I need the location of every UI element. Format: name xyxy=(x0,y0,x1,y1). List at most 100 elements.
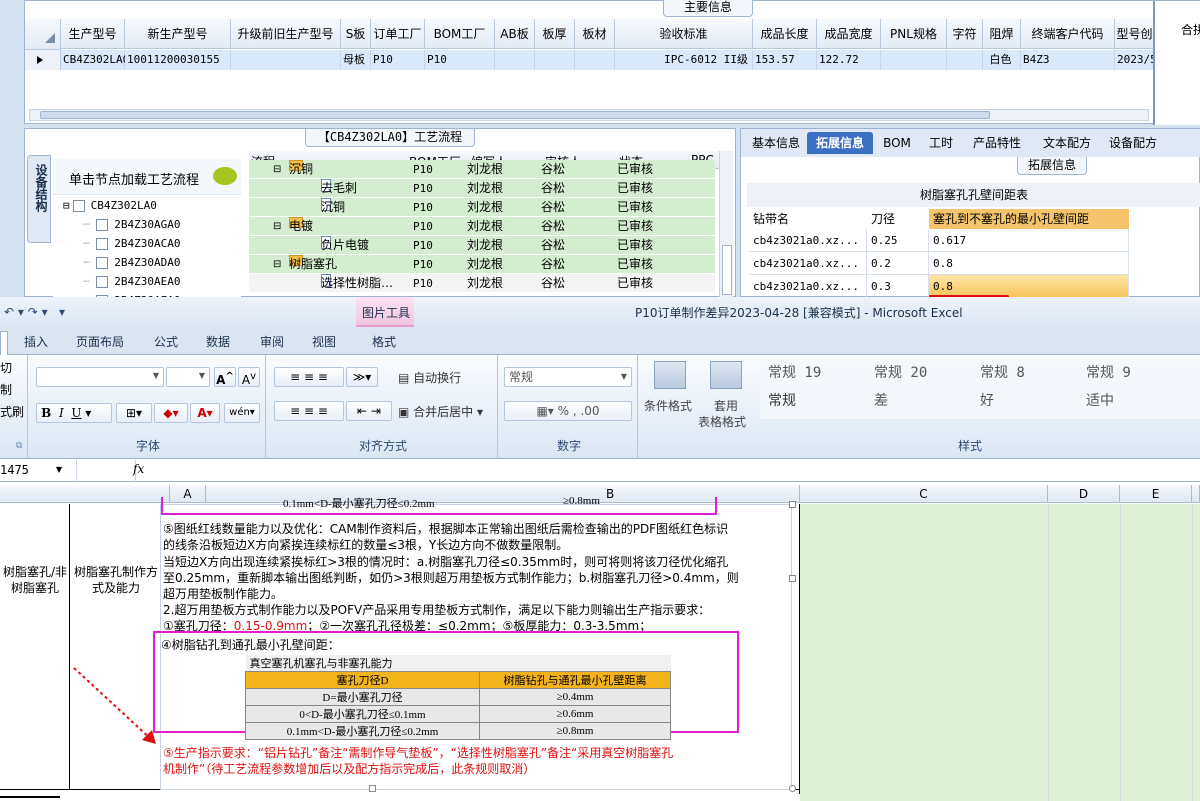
grid-cell[interactable] xyxy=(575,50,615,70)
col-header-f[interactable] xyxy=(1192,485,1200,503)
grid-cell[interactable]: 2023/5/ xyxy=(1115,50,1163,70)
tab-5[interactable]: 文本配方 xyxy=(1033,132,1101,154)
col-header-c[interactable]: C xyxy=(800,485,1048,503)
column-header[interactable]: 板厚 xyxy=(535,19,575,49)
quick-access-undo[interactable]: ↶ ▾ ↷ ▾ ▾ xyxy=(4,305,65,319)
fill-color-button[interactable]: ◆▾ xyxy=(154,403,188,423)
grid-cell[interactable]: 10011200030155 xyxy=(125,50,231,70)
conditional-format-button[interactable]: 条件格式 xyxy=(644,397,692,414)
column-header[interactable]: AB板 xyxy=(495,19,535,49)
grid-cell[interactable]: P10 xyxy=(425,50,495,70)
grid-cell[interactable] xyxy=(947,50,983,70)
tab-0[interactable]: 基本信息 xyxy=(745,132,807,154)
row-indicator[interactable] xyxy=(25,50,61,70)
style-normal-8[interactable]: 常规 8 xyxy=(972,361,1076,385)
vertical-align-buttons[interactable]: ≡ ≡ ≡ xyxy=(274,367,344,387)
col-header-d[interactable]: D xyxy=(1048,485,1120,503)
grid-cell[interactable]: B4Z3 xyxy=(1021,50,1115,70)
style-normal-20[interactable]: 常规 20 xyxy=(866,361,970,385)
scroll-thumb[interactable] xyxy=(722,245,732,295)
ribbon-tab-5[interactable]: 视图 xyxy=(312,333,336,350)
column-header[interactable]: 阻焊 xyxy=(983,19,1021,49)
column-header[interactable]: 升级前旧生产型号 xyxy=(231,19,341,49)
column-header[interactable]: 成品宽度 xyxy=(817,19,881,49)
cell-category-label[interactable]: 树脂塞孔/非树脂塞孔 xyxy=(2,564,68,596)
column-header[interactable]: 字符 xyxy=(947,19,983,49)
launcher-icon[interactable]: ⧉ xyxy=(16,441,22,451)
grid-cell[interactable]: 母板 xyxy=(341,50,371,70)
spacing-cell[interactable]: cb4z3021a0.xz... xyxy=(749,252,867,275)
selected-range[interactable] xyxy=(800,504,1200,801)
column-header[interactable]: 型号创 xyxy=(1115,19,1155,49)
format-painter-button[interactable]: 式刷 xyxy=(0,403,24,420)
tree-item[interactable]: ┈ 2B4Z30ACA0 xyxy=(83,234,180,253)
shrink-font-button[interactable]: Av xyxy=(238,367,260,387)
tree-item[interactable]: ┈ 2B4Z30ADA0 xyxy=(83,253,180,272)
ribbon-tab-4[interactable]: 审阅 xyxy=(260,333,284,350)
cut-button[interactable]: 切 xyxy=(0,359,12,376)
font-size-box[interactable]: ▼ xyxy=(166,367,210,387)
tree-item[interactable]: ┈ 2B4Z30AGA0 xyxy=(83,215,180,234)
spacing-cell[interactable]: 0.8 xyxy=(929,252,1129,275)
grid-cell[interactable]: 122.72 xyxy=(817,50,881,70)
number-format-box[interactable]: 常规 ▼ xyxy=(504,367,632,387)
wrap-text-button[interactable]: ▤ 自动换行 xyxy=(398,369,461,386)
font-color-button[interactable]: A▾ xyxy=(190,403,220,423)
font-name-box[interactable]: ▼ xyxy=(36,367,164,387)
column-header[interactable]: BOM工厂 xyxy=(425,19,495,49)
column-header[interactable]: 生产型号 xyxy=(61,19,125,49)
ribbon-tab-2[interactable]: 公式 xyxy=(154,333,178,350)
style-normal[interactable]: 常规 xyxy=(760,389,864,413)
style-bad[interactable]: 差 xyxy=(866,389,970,413)
spacing-cell[interactable]: cb4z3021a0.xz... xyxy=(749,275,867,298)
column-header[interactable]: 成品长度 xyxy=(753,19,817,49)
scroll-thumb[interactable] xyxy=(40,111,990,119)
table-format-button[interactable]: 表格格式 xyxy=(698,413,746,430)
horizontal-align-buttons[interactable]: ≡ ≡ ≡ xyxy=(274,401,344,421)
spacing-cell[interactable]: 0.3 xyxy=(867,275,929,298)
cell-method-label[interactable]: 树脂塞孔制作方式及能力 xyxy=(74,564,158,596)
process-row[interactable]: 选择性树脂… P10 刘龙根 谷松 已审核 xyxy=(249,274,715,293)
resize-handle[interactable] xyxy=(369,785,376,792)
column-header[interactable]: 终端客户代码 xyxy=(1021,19,1115,49)
column-header[interactable]: 板材 xyxy=(575,19,615,49)
phonetic-button[interactable]: wén▾ xyxy=(224,403,260,423)
active-tab-edge[interactable] xyxy=(0,331,8,355)
style-normal-9[interactable]: 常规 9 xyxy=(1078,361,1182,385)
style-good[interactable]: 好 xyxy=(972,389,1076,413)
fx-icon[interactable]: fx xyxy=(133,462,144,476)
copy-button[interactable]: 制 xyxy=(0,381,12,398)
process-row[interactable]: ⊟ 沉铜 P10 刘龙根 谷松 已审核 xyxy=(249,160,715,179)
ribbon-tab-6[interactable]: 格式 xyxy=(372,333,396,350)
tab-3[interactable]: 工时 xyxy=(921,132,961,154)
number-format-buttons[interactable]: ▦▾ % , .00 xyxy=(504,401,632,421)
side-tab-structure[interactable]: 设备结构 xyxy=(27,155,51,243)
grid-cell[interactable] xyxy=(495,50,535,70)
orientation-button[interactable]: ≫▾ xyxy=(346,367,378,387)
grid-cell[interactable]: P10 xyxy=(371,50,425,70)
resize-handle[interactable] xyxy=(789,785,796,792)
process-row[interactable]: ⊟ 电镀 P10 刘龙根 谷松 已审核 xyxy=(249,217,715,236)
spacing-cell[interactable]: 0.25 xyxy=(867,229,929,252)
ribbon-tab-3[interactable]: 数据 xyxy=(206,333,230,350)
style-neutral[interactable]: 适中 xyxy=(1078,389,1182,413)
grow-font-button[interactable]: A^ xyxy=(214,367,236,387)
border-button[interactable]: ⊞▾ xyxy=(116,403,152,423)
col-header-e[interactable]: E xyxy=(1120,485,1192,503)
spacing-cell[interactable]: cb4z3021a0.xz... xyxy=(749,229,867,252)
process-row[interactable]: 负片电镀 P10 刘龙根 谷松 已审核 xyxy=(249,236,715,255)
vertical-scrollbar[interactable] xyxy=(719,151,733,298)
ribbon-tab-1[interactable]: 页面布局 xyxy=(76,333,124,350)
tab-2[interactable]: BOM xyxy=(873,132,921,154)
grid-cell[interactable]: CB4Z302LA0 xyxy=(61,50,129,70)
pasted-picture[interactable]: 0.1mm<D-最小塞孔刀径≤0.2mm ≥0.8mm ⑤图纸红线数量能力以及优… xyxy=(153,495,796,792)
column-header[interactable]: S板 xyxy=(341,19,371,49)
grid-cell[interactable]: 153.57 xyxy=(753,50,817,70)
formula-input[interactable] xyxy=(150,460,1200,482)
resize-handle[interactable] xyxy=(789,575,796,582)
column-header[interactable]: 新生产型号 xyxy=(125,19,231,49)
column-header[interactable]: PNL规格 xyxy=(881,19,947,49)
horizontal-scrollbar[interactable] xyxy=(29,109,1149,121)
tab-4[interactable]: 产品特性 xyxy=(961,132,1033,154)
grid-cell[interactable] xyxy=(231,50,341,70)
